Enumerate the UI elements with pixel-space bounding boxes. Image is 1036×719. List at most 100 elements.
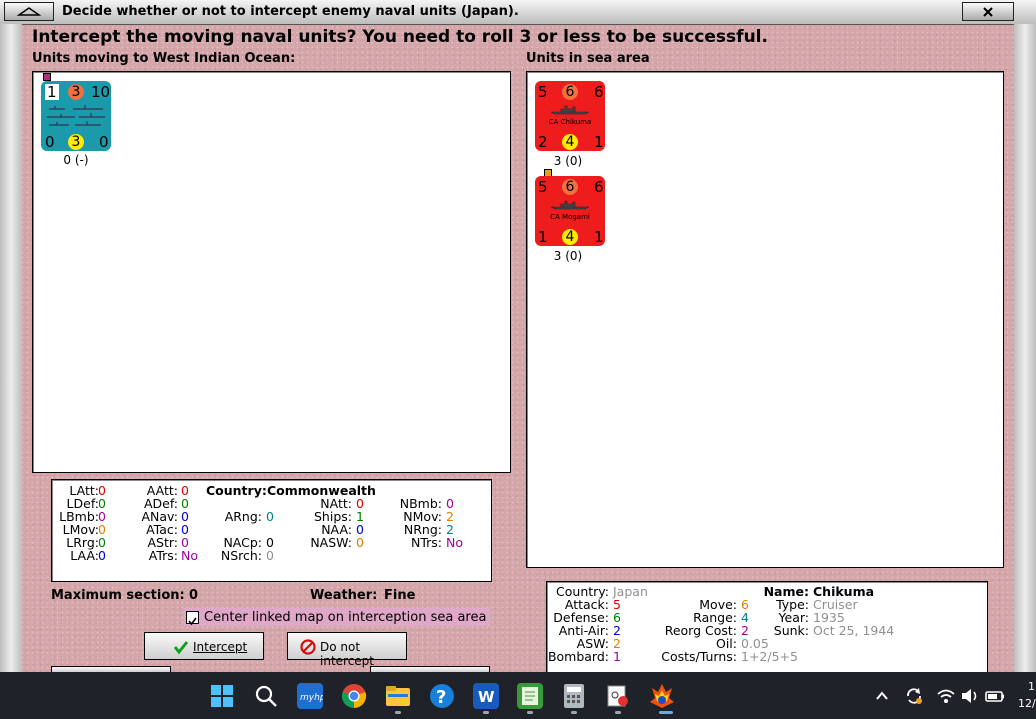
convoy-ships-icon [47, 105, 105, 126]
game-app-icon[interactable] [649, 682, 675, 710]
counter-top-center: 6 [562, 84, 578, 100]
right-frame [1014, 24, 1036, 672]
calculator-running-indicator [571, 711, 577, 714]
chevron-up-icon [876, 691, 888, 700]
start-button[interactable] [210, 684, 234, 708]
notes-app-icon[interactable] [517, 683, 543, 709]
folder-icon [386, 686, 410, 706]
clock-date[interactable]: 12/ [1018, 697, 1036, 710]
detail-costs-label: Costs/Turns: [661, 649, 737, 664]
svg-text:?: ? [436, 687, 446, 708]
no-entry-icon [300, 639, 316, 655]
word-logo-icon: W [478, 688, 495, 706]
clock-time[interactable]: 1 [1028, 680, 1035, 693]
wifi-icon [937, 689, 955, 703]
detail-bombard-value: 1 [613, 649, 621, 664]
stat-laa-label: LAA: [70, 548, 99, 563]
counter-top-right: 10 [91, 83, 111, 101]
svg-text:myhp: myhp [300, 693, 323, 703]
counter-top-right: 6 [594, 83, 604, 101]
chrome-logo-icon [341, 684, 367, 709]
wifi-tray-button[interactable] [936, 686, 956, 706]
counter-top-left: 5 [538, 83, 548, 101]
title-bar: Decide whether or not to intercept enemy… [0, 0, 1036, 25]
windows-logo-icon [211, 685, 233, 707]
help-question-icon: ? [430, 684, 454, 708]
do-not-intercept-button[interactable]: Do not intercept [287, 632, 407, 668]
svg-text:W: W [478, 688, 495, 706]
notepad-icon [522, 687, 538, 705]
detail-sunk-label: Sunk: [773, 623, 809, 638]
stat-ntrs-value: No [446, 535, 463, 550]
stat-laa-value: 0 [98, 548, 106, 563]
moving-units-panel[interactable]: 1 3 10 0 3 0 0 (-) [32, 71, 511, 473]
counter-bottom-center: 4 [562, 229, 578, 245]
explorer-running-indicator [395, 711, 401, 714]
snipping-running-indicator [615, 711, 621, 714]
myhp-logo-icon: myhp [300, 693, 326, 703]
volume-tray-button[interactable] [960, 686, 980, 706]
stat-atrs-label: ATrs: [148, 548, 178, 563]
myhp-app-icon[interactable]: myhp [297, 683, 326, 709]
help-app-icon[interactable]: ? [429, 683, 455, 709]
counter-bottom-left: 1 [538, 228, 548, 246]
green-check-icon [173, 641, 189, 655]
do-not-intercept-button-label: Do not intercept [320, 640, 374, 668]
game-active-indicator [659, 711, 673, 714]
word-app-icon[interactable]: W [473, 683, 499, 709]
world-in-flames-icon [650, 684, 674, 708]
window-title: Decide whether or not to intercept enemy… [62, 4, 519, 19]
notes-running-indicator [527, 711, 533, 714]
stat-ntrs-label: NTrs: [410, 535, 442, 550]
counter-bottom-right: 1 [594, 228, 604, 246]
battery-tray-button[interactable] [984, 686, 1006, 706]
intercept-button-label: Intercept [193, 640, 248, 654]
tray-overflow-button[interactable] [874, 688, 890, 704]
stats-country-label: Country: [206, 483, 267, 498]
center-map-checkbox-row[interactable]: Center linked map on interception sea ar… [184, 608, 490, 626]
counter-unit-name: CA Chikuma [548, 118, 592, 126]
counter-bottom-center: 3 [68, 134, 84, 150]
close-button[interactable] [962, 2, 1014, 21]
sync-tray-icon-button[interactable] [904, 686, 924, 706]
moving-units-stats: LAtt: 0 LDef: 0 LBmb: 0 LMov: 0 LRrg: 0 … [51, 479, 492, 582]
mogami-counter[interactable]: 5 6 6 CA Mogami 1 4 1 [535, 176, 605, 246]
stat-arng-value: 0 [266, 509, 274, 524]
chikuma-counter[interactable]: 5 6 6 CA Chikuma 2 4 1 [535, 81, 605, 151]
counter-bottom-left: 2 [538, 133, 548, 151]
cruiser-silhouette-icon [550, 105, 590, 115]
intercept-button[interactable]: Intercept [144, 632, 264, 660]
counter-bottom-center: 4 [562, 134, 578, 150]
detail-costs-value: 1+2/5+5 [741, 649, 798, 664]
counter-top-center: 3 [68, 84, 84, 100]
calculator-app-icon[interactable] [563, 683, 585, 709]
counter-bottom-left: 0 [45, 133, 55, 151]
stat-nsrch-value: 0 [266, 548, 274, 563]
chrome-app-icon[interactable] [341, 683, 367, 709]
unit-marker-icon [43, 73, 51, 81]
center-map-checkbox[interactable] [186, 611, 199, 626]
counter-top-left: 5 [538, 178, 548, 196]
stat-nasw-label: NASW: [310, 535, 352, 550]
weather-label: Weather: [310, 588, 378, 603]
commonwealth-naval-counter[interactable]: 1 3 10 0 3 0 [41, 81, 111, 151]
stat-arng-label: ARng: [224, 509, 262, 524]
calculator-icon [564, 684, 584, 708]
cruiser-silhouette-icon [550, 200, 590, 210]
battery-icon [985, 691, 1004, 702]
dialog-heading: Intercept the moving naval units? You ne… [32, 27, 768, 47]
close-icon [983, 7, 993, 17]
taskbar-search-button[interactable] [254, 684, 278, 708]
counter-bottom-right: 1 [594, 133, 604, 151]
stat-nasw-value: 0 [356, 535, 364, 550]
system-menu-button[interactable] [4, 2, 54, 21]
weather-value: Fine [384, 588, 416, 603]
sea-area-units-panel[interactable]: 5 6 6 CA Chikuma 2 4 1 3 (0) 5 6 6 CA Mo… [526, 71, 1004, 568]
max-section-value: 0 [189, 588, 199, 603]
counter-caption: 3 (0) [553, 249, 583, 263]
counter-top-left: 1 [45, 83, 59, 101]
snipping-app-icon[interactable] [605, 683, 631, 709]
snipping-tool-icon [607, 685, 628, 707]
detail-sunk-value: Oct 25, 1944 [813, 623, 895, 638]
file-explorer-app-icon[interactable] [385, 684, 411, 708]
